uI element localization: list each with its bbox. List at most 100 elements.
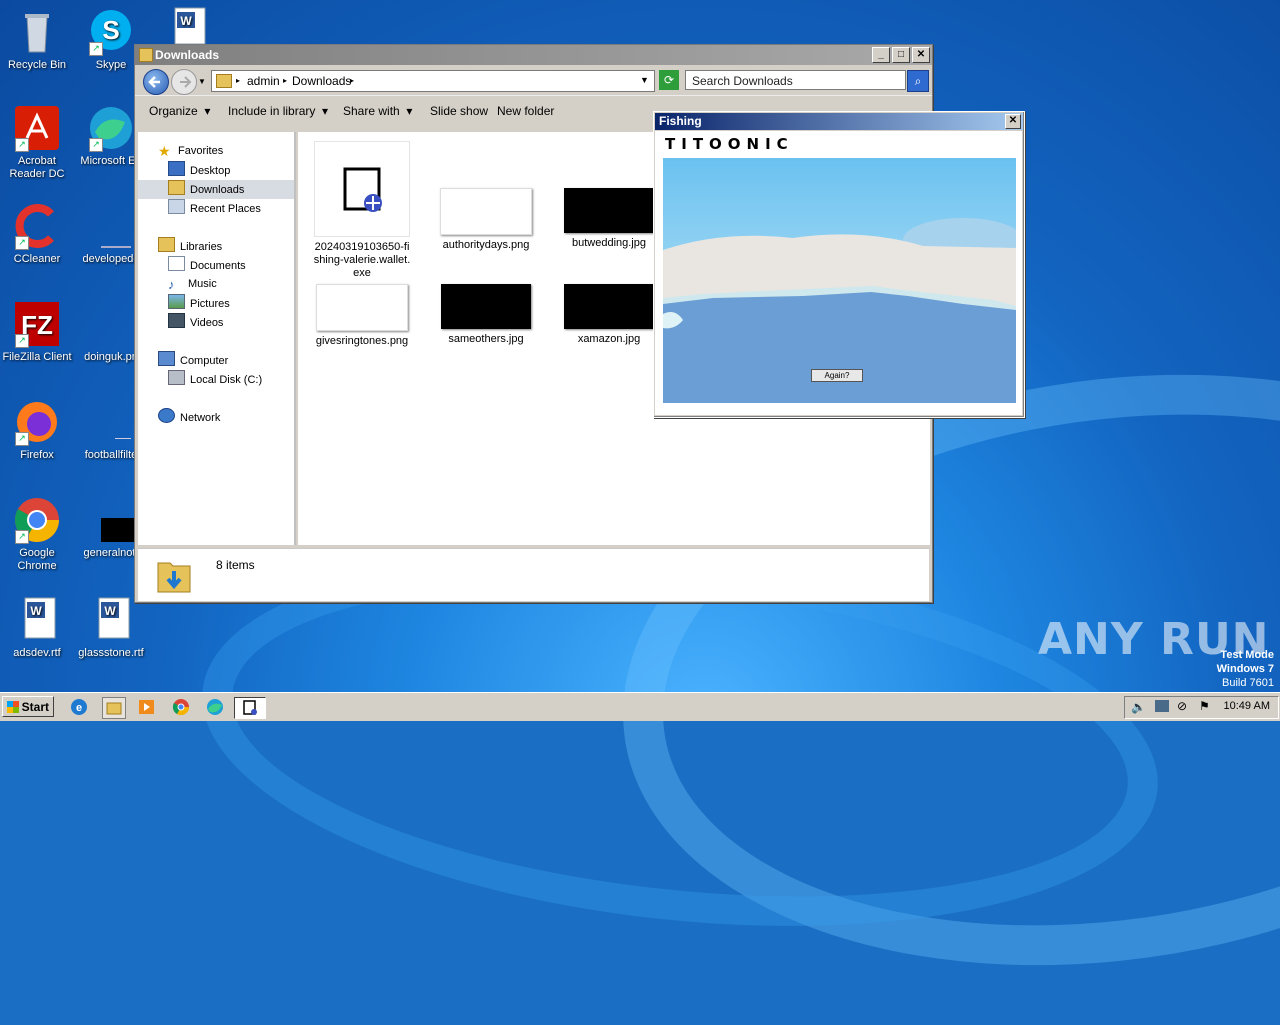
pictures-icon	[168, 294, 185, 309]
desktop-icon-ccleaner[interactable]: ↗ CCleaner	[0, 202, 74, 266]
shortcut-arrow-icon: ↗	[89, 42, 103, 56]
new-folder-button[interactable]: New folder	[497, 104, 554, 118]
file-item[interactable]: givesringtones.png	[312, 284, 412, 348]
exe-file-icon	[314, 141, 410, 237]
again-button[interactable]: Again?	[811, 369, 863, 382]
file-item[interactable]: sameothers.jpg	[436, 284, 536, 346]
file-item[interactable]: 20240319103650-fishing-valerie.wallet.ex…	[312, 141, 412, 280]
brand-logo: TITOONIC	[665, 135, 794, 153]
file-item[interactable]: authoritydays.png	[436, 188, 536, 252]
desktop-icon-acrobat[interactable]: ↗ Acrobat Reader DC	[0, 104, 74, 181]
documents-icon	[168, 256, 185, 271]
shortcut-arrow-icon: ↗	[15, 236, 29, 250]
nav-pictures[interactable]: Pictures	[168, 294, 230, 313]
search-input[interactable]: Search Downloads	[685, 70, 906, 90]
nav-music[interactable]: ♪ Music	[168, 275, 217, 294]
maximize-button[interactable]: □	[892, 47, 910, 63]
chevron-right-icon: ▸	[283, 76, 288, 85]
nav-network[interactable]: Network	[158, 408, 220, 427]
address-dropdown-icon[interactable]: ▼	[640, 75, 649, 85]
blank-image-icon	[87, 398, 135, 446]
folder-icon	[139, 48, 153, 62]
desktop-icon-filezilla[interactable]: FZ ↗ FileZilla Client	[0, 300, 74, 364]
image-thumbnail	[440, 188, 532, 235]
item-count: 8 items	[216, 558, 255, 572]
slide-show-button[interactable]: Slide show	[430, 104, 488, 118]
include-in-library-menu[interactable]: Include in library ▾	[228, 104, 328, 118]
ccleaner-icon: ↗	[13, 202, 61, 250]
image-thumbnail	[564, 188, 654, 233]
recent-pages-dropdown-icon[interactable]: ▼	[198, 77, 206, 86]
recycle-bin-icon	[13, 8, 61, 56]
windows-logo-icon	[7, 701, 19, 713]
svg-text:e: e	[76, 702, 82, 714]
nav-local-disk[interactable]: Local Disk (C:)	[168, 370, 262, 389]
close-button[interactable]: ✕	[1005, 114, 1021, 129]
chrome-icon[interactable]	[170, 697, 192, 717]
share-with-menu[interactable]: Share with ▾	[343, 104, 412, 118]
edge-icon[interactable]	[204, 697, 226, 717]
file-item[interactable]: xamazon.jpg	[559, 284, 659, 346]
nav-desktop[interactable]: Desktop	[168, 161, 230, 180]
svg-text:W: W	[104, 604, 116, 618]
nav-documents[interactable]: Documents	[168, 256, 246, 275]
breadcrumb-downloads[interactable]: Downloads	[292, 74, 351, 88]
fishing-window: Fishing ✕ TITOONIC Again?	[653, 111, 1025, 418]
desktop-icon-glassstone[interactable]: W glassstone.rtf	[74, 596, 148, 660]
nav-downloads[interactable]: Downloads	[138, 180, 294, 199]
address-row: ▼ ▸ admin ▸ Downloads ▸ ▼ ⟳ Search Downl…	[135, 65, 932, 95]
nav-favorites[interactable]: ★ Favorites	[158, 142, 223, 161]
desktop-icon-adsdev[interactable]: W adsdev.rtf	[0, 596, 74, 660]
skype-icon: S ↗	[87, 8, 135, 56]
file-item[interactable]: butwedding.jpg	[559, 188, 659, 250]
address-bar[interactable]: ▸ admin ▸ Downloads ▸ ▼	[211, 70, 655, 92]
refresh-button[interactable]: ⟳	[659, 70, 679, 90]
desktop-icon-chrome[interactable]: ↗ Google Chrome	[0, 496, 74, 573]
desktop-icon	[168, 161, 185, 176]
taskbar: Start e 🔈 ⊘ ⚑ 10:49 AM	[0, 692, 1280, 721]
minimize-button[interactable]: _	[872, 47, 890, 63]
network-icon	[158, 408, 175, 423]
nav-recent-places[interactable]: Recent Places	[168, 199, 261, 218]
breadcrumb-admin[interactable]: admin	[247, 74, 280, 88]
blank-image-icon	[87, 300, 135, 348]
game-scene: Again?	[663, 158, 1016, 403]
window-title: Downloads	[155, 48, 220, 62]
organize-menu[interactable]: Organize ▾	[149, 104, 210, 118]
downloads-folder-icon	[156, 555, 191, 593]
videos-icon	[168, 313, 185, 328]
start-button[interactable]: Start	[2, 696, 54, 717]
back-button[interactable]	[143, 69, 169, 95]
fishing-taskbar-button[interactable]	[234, 697, 266, 719]
navigation-pane: ★ Favorites Desktop Downloads Recent Plac…	[138, 132, 296, 545]
nav-computer[interactable]: Computer	[158, 351, 228, 370]
chrome-icon: ↗	[13, 496, 61, 544]
volume-icon[interactable]: 🔈	[1131, 700, 1146, 714]
forward-button[interactable]	[171, 69, 197, 95]
nav-videos[interactable]: Videos	[168, 313, 223, 332]
nav-libraries[interactable]: Libraries	[158, 237, 222, 256]
svg-text:W: W	[30, 604, 42, 618]
recent-places-icon	[168, 199, 185, 214]
fishing-titlebar[interactable]: Fishing ✕	[655, 113, 1023, 130]
desktop-icon-firefox[interactable]: ↗ Firefox	[0, 398, 74, 462]
shortcut-arrow-icon: ↗	[15, 432, 29, 446]
shortcut-arrow-icon: ↗	[89, 138, 103, 152]
network-tray-icon[interactable]	[1155, 700, 1169, 712]
explorer-titlebar[interactable]: Downloads _ □ ✕	[135, 45, 932, 65]
explorer-taskbar-icon[interactable]	[102, 697, 126, 719]
no-entry-icon[interactable]: ⊘	[1177, 699, 1187, 713]
iceberg-scene	[663, 158, 1016, 403]
media-player-icon[interactable]	[136, 697, 158, 717]
search-icon[interactable]: ⌕	[907, 70, 929, 92]
close-button[interactable]: ✕	[912, 47, 930, 63]
flag-icon[interactable]: ⚑	[1199, 699, 1210, 713]
star-icon: ★	[158, 143, 171, 159]
desktop-icon-recycle-bin[interactable]: Recycle Bin	[0, 8, 74, 72]
image-thumbnail	[564, 284, 654, 329]
clock[interactable]: 10:49 AM	[1224, 700, 1270, 712]
black-image-icon	[87, 496, 147, 544]
image-thumbnail	[441, 284, 531, 329]
ie-icon[interactable]: e	[68, 697, 90, 717]
fishing-content: TITOONIC Again?	[655, 131, 1022, 415]
